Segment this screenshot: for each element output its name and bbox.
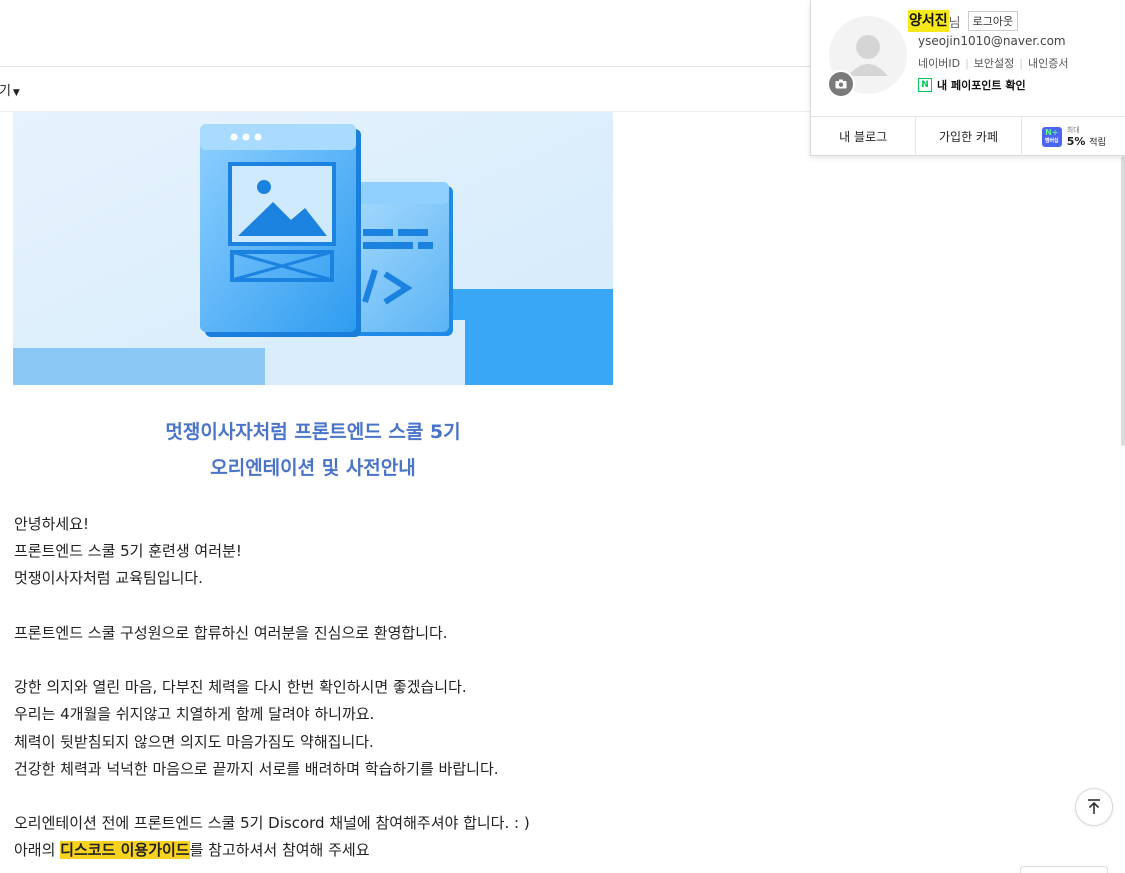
- arrow-up-to-top-icon: [1088, 799, 1100, 814]
- profile-popup: 양서진 님 로그아웃 yseojin1010@naver.com 네이버ID | 보…: [810, 0, 1125, 156]
- nplus-membership-button[interactable]: N+ 멤버십 최대 5% 적립: [1022, 117, 1125, 156]
- pay-point-link[interactable]: N 내 페이포인트 확인: [918, 77, 1026, 93]
- nplus-membership-icon: N+ 멤버십: [1041, 126, 1062, 147]
- guide-prefix: 아래의: [14, 841, 61, 860]
- joined-cafe-button[interactable]: 가입한 카페: [916, 117, 1022, 156]
- camera-icon: [835, 79, 847, 89]
- body-line: 강한 의지와 열린 마음, 다부진 체력을 다시 한번 확인하시면 좋겠습니다.: [14, 678, 467, 697]
- nplus-bottom: 멤버십: [1044, 137, 1059, 144]
- body-line: 건강한 체력과 넉넉한 마음으로 끝까지 서로를 배려하며 학습하기를 바랍니다…: [14, 759, 499, 778]
- logout-button[interactable]: 로그아웃: [967, 11, 1019, 31]
- scroll-to-top-button[interactable]: [1075, 788, 1113, 826]
- nplus-top: N+: [1045, 127, 1059, 137]
- discord-guide-link[interactable]: 디스코드 이용가이드: [60, 841, 190, 860]
- body-line: 프론트엔드 스쿨 5기 훈련생 여러분!: [14, 542, 242, 561]
- body-line: 체력이 뒷받침되지 않으면 의지도 마음가짐도 약해집니다.: [14, 732, 374, 751]
- user-name-row: 양서진 님 로그아웃: [908, 10, 1019, 32]
- save-rate: 최대 5% 적립: [1067, 125, 1106, 149]
- my-blog-button[interactable]: 내 블로그: [811, 117, 917, 156]
- pay-point-label: 내 페이포인트 확인: [937, 79, 1026, 92]
- body-line: 우리는 4개월을 쉬지않고 치열하게 함께 달려야 하니까요.: [14, 705, 375, 724]
- user-name: 양서진: [908, 10, 949, 32]
- change-photo-button[interactable]: [827, 70, 855, 98]
- mail-heading-line2: 오리엔테이션 및 사전안내: [210, 457, 416, 479]
- caret-down-icon: ▼: [12, 88, 20, 98]
- joined-cafe-label: 가입한 카페: [938, 130, 998, 144]
- my-blog-label: 내 블로그: [839, 130, 888, 144]
- guide-suffix: 를 참고하셔서 참여해 주세요: [189, 841, 370, 860]
- body-line: 프론트엔드 스쿨 구성원으로 합류하신 여러분을 진심으로 환영합니다.: [14, 623, 448, 642]
- profile-shortcuts: 내 블로그 가입한 카페 N+ 멤버십 최대 5% 적립: [811, 116, 1125, 156]
- save-percent-row: 5% 적립: [1067, 136, 1106, 149]
- account-links: 네이버ID | 보안설정 | 내인증서: [918, 57, 1069, 70]
- body-line: 오리엔테이션 전에 프론트엔드 스쿨 5기 Discord 채널에 참여해주셔야…: [14, 814, 530, 833]
- security-settings-link[interactable]: 보안설정: [974, 57, 1014, 70]
- body-line: 안녕하세요!: [14, 515, 90, 533]
- save-percent: 5%: [1066, 134, 1086, 148]
- naver-id-link[interactable]: 네이버ID: [918, 57, 960, 70]
- bottom-panel-edge: [1020, 866, 1108, 873]
- my-certificate-link[interactable]: 내인증서: [1028, 57, 1068, 70]
- view-label: 보기: [0, 84, 11, 99]
- frontend-illustration: [13, 112, 613, 385]
- body-line-guide: 아래의 디스코드 이용가이드를 참고하셔서 참여해 주세요: [14, 837, 714, 864]
- hero-image: [13, 112, 613, 385]
- body-line: 멋쟁이사자처럼 교육팀입니다.: [14, 569, 203, 588]
- mail-body: 안녕하세요! 프론트엔드 스쿨 5기 훈련생 여러분! 멋쟁이사자처럼 교육팀입…: [14, 511, 714, 865]
- npay-icon: N: [918, 78, 932, 92]
- honorific: 님: [948, 15, 961, 31]
- user-email: yseojin1010@naver.com: [918, 34, 1066, 48]
- mail-heading-line1: 멋쟁이사자처럼 프론트엔드 스쿨 5기: [165, 421, 461, 443]
- scrollbar-thumb[interactable]: [1121, 156, 1125, 446]
- mail-heading: 멋쟁이사자처럼 프론트엔드 스쿨 5기 오리엔테이션 및 사전안내: [13, 414, 613, 486]
- save-suffix: 적립: [1089, 137, 1106, 148]
- view-options-dropdown[interactable]: 보기▼: [0, 80, 20, 99]
